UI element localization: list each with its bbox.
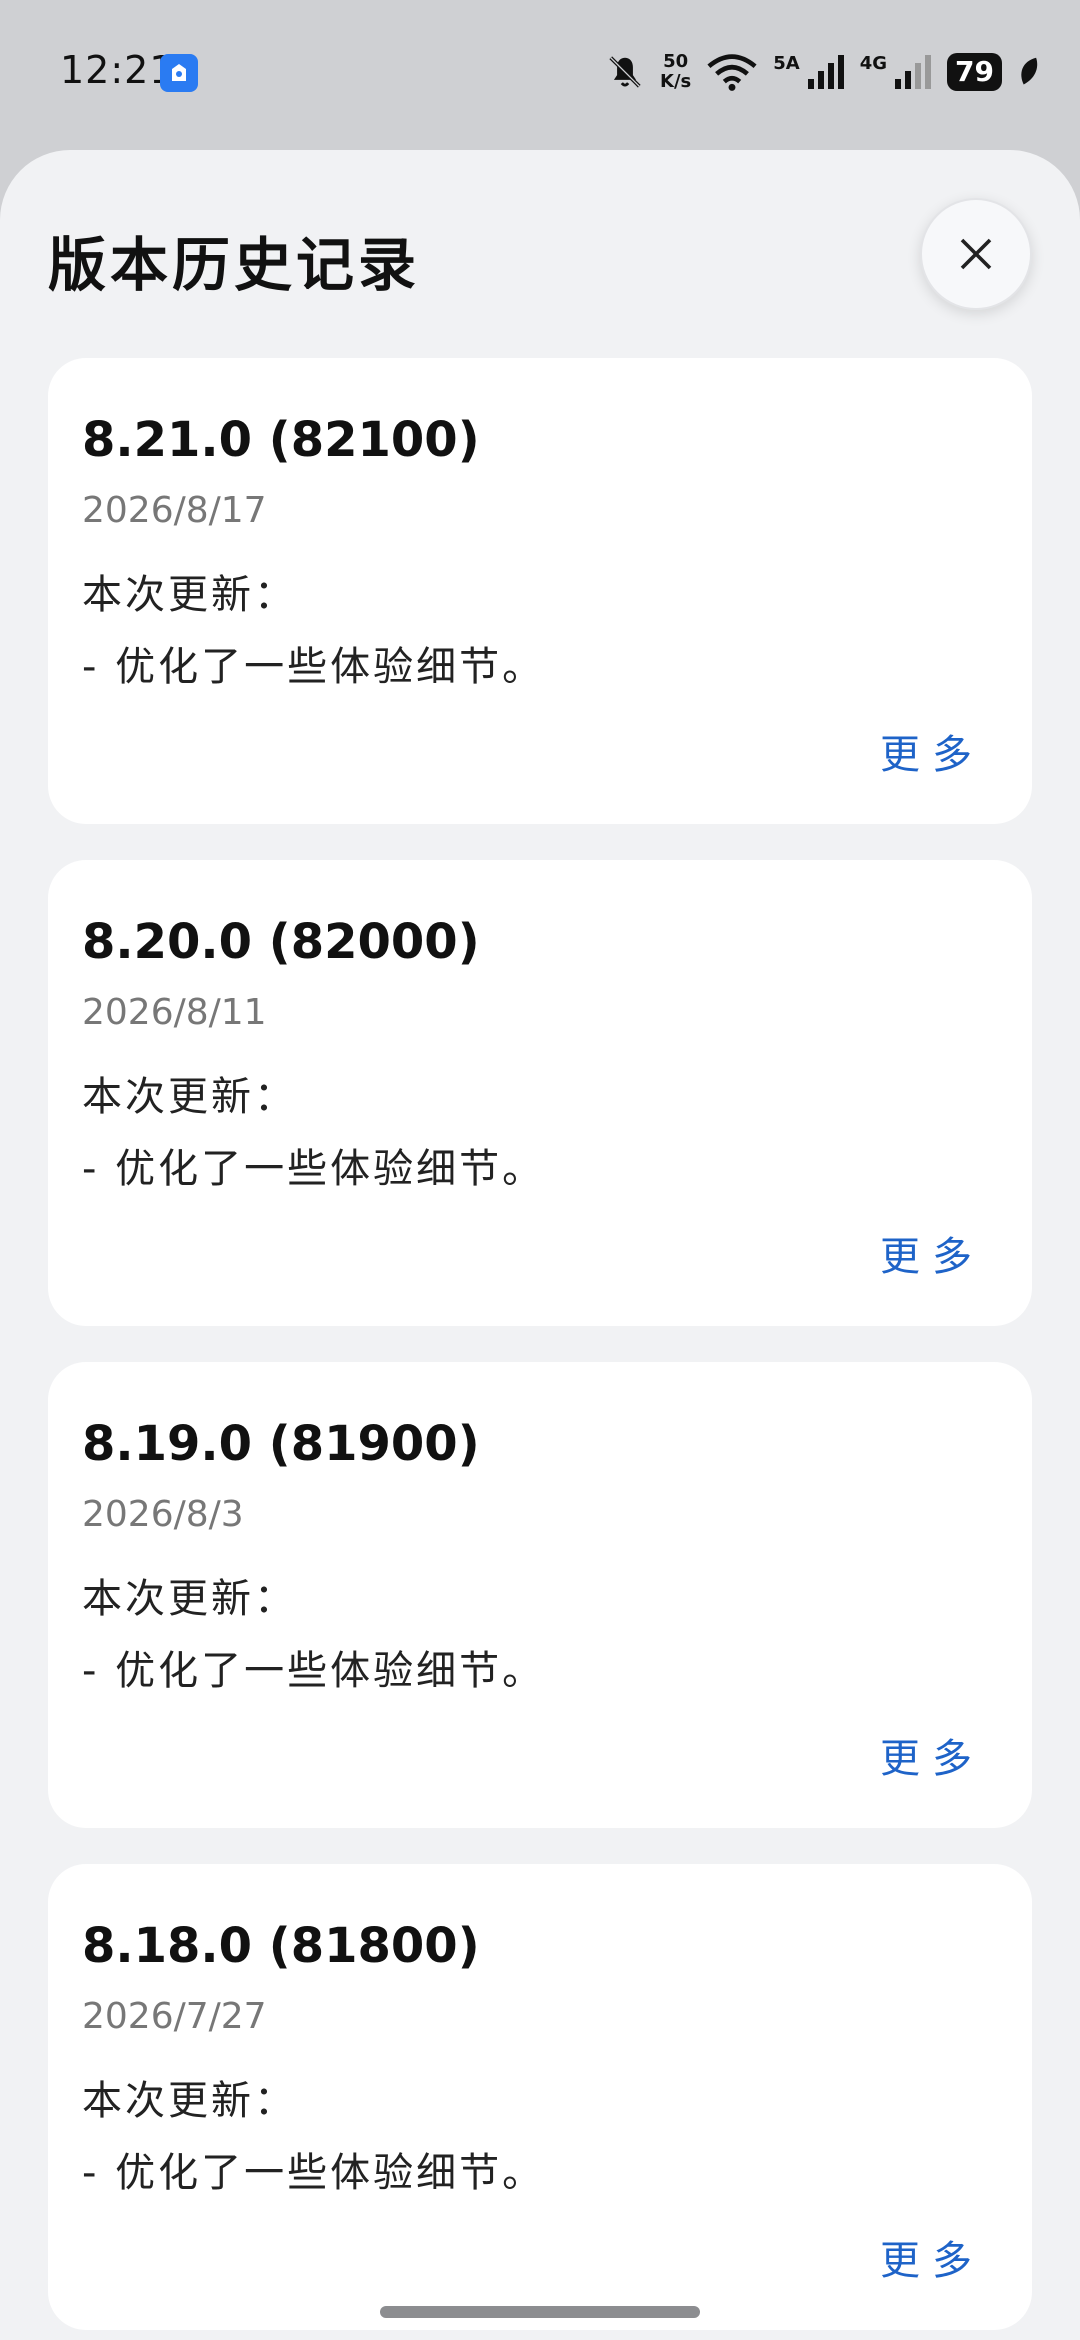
signal-sim1-icon [807, 55, 844, 89]
sheet-title: 版本历史记录 [48, 231, 421, 299]
network-speed-unit: K/s [660, 71, 692, 92]
version-number: 8.18.0 (81800) [82, 1918, 480, 1974]
release-date: 2026/8/17 [82, 490, 267, 531]
network-speed-value: 50 [663, 51, 689, 72]
bell-off-icon [606, 53, 644, 91]
update-heading: 本次更新： [82, 572, 297, 618]
more-link[interactable]: 更多 [880, 1726, 984, 1784]
status-icons: 50 K/s 5A 4G 79 [606, 48, 1040, 96]
version-number: 8.21.0 (82100) [82, 412, 480, 468]
home-indicator[interactable] [380, 2306, 700, 2318]
release-date: 2026/8/11 [82, 992, 267, 1033]
version-card: 8.20.0 (82000) 2026/8/11 本次更新： - 优化了一些体验… [48, 860, 1032, 1326]
version-card: 8.19.0 (81900) 2026/8/3 本次更新： - 优化了一些体验细… [48, 1362, 1032, 1828]
update-heading: 本次更新： [82, 2078, 297, 2124]
update-heading: 本次更新： [82, 1576, 297, 1622]
version-list: 8.21.0 (82100) 2026/8/17 本次更新： - 优化了一些体验… [48, 358, 1032, 2340]
status-bar: 12:21 50 K/s 5A 4G 79 [0, 0, 1080, 150]
version-history-sheet: 版本历史记录 8.21.0 (82100) 2026/8/17 本次更新： - … [0, 150, 1080, 2340]
sim2-label: 4G [859, 52, 888, 74]
update-note: - 优化了一些体验细节。 [82, 644, 546, 690]
battery-level: 79 [947, 53, 1002, 91]
close-icon [960, 238, 992, 270]
sim1-label: 5A [773, 52, 800, 74]
update-note: - 优化了一些体验细节。 [82, 2150, 546, 2196]
more-link[interactable]: 更多 [880, 2228, 984, 2286]
wifi-icon [707, 52, 757, 92]
app-notification-icon [160, 54, 198, 92]
version-number: 8.19.0 (81900) [82, 1416, 480, 1472]
update-heading: 本次更新： [82, 1074, 297, 1120]
release-date: 2026/8/3 [82, 1494, 244, 1535]
update-note: - 优化了一些体验细节。 [82, 1648, 546, 1694]
version-card: 8.18.0 (81800) 2026/7/27 本次更新： - 优化了一些体验… [48, 1864, 1032, 2330]
status-time: 12:21 [60, 48, 175, 92]
close-button[interactable] [920, 198, 1032, 310]
update-note: - 优化了一些体验细节。 [82, 1146, 546, 1192]
leaf-icon [1018, 56, 1040, 88]
more-link[interactable]: 更多 [880, 1224, 984, 1282]
more-link[interactable]: 更多 [880, 722, 984, 780]
release-date: 2026/7/27 [82, 1996, 267, 2037]
version-card: 8.21.0 (82100) 2026/8/17 本次更新： - 优化了一些体验… [48, 358, 1032, 824]
network-speed: 50 K/s [660, 52, 691, 92]
signal-sim2-icon [895, 55, 932, 89]
version-number: 8.20.0 (82000) [82, 914, 480, 970]
